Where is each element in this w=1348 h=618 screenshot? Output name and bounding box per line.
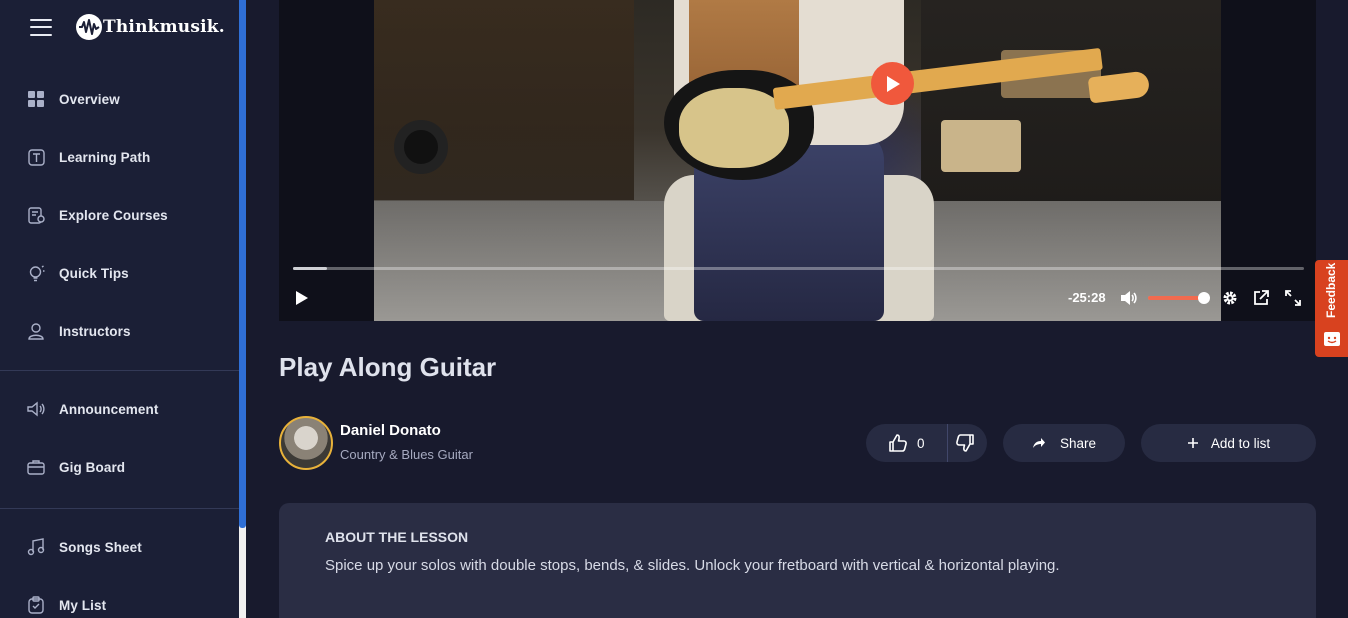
sidebar-item-overview[interactable]: Overview (0, 70, 239, 128)
about-lesson-panel: ABOUT THE LESSON Spice up your solos wit… (279, 503, 1316, 618)
instructor-name[interactable]: Daniel Donato (340, 422, 441, 439)
about-heading: ABOUT THE LESSON (325, 529, 469, 545)
clipboard-icon (27, 596, 45, 614)
plus-icon (1187, 438, 1198, 448)
sidebar-scrollbar-thumb[interactable] (239, 0, 246, 528)
fullscreen-button[interactable] (1284, 289, 1302, 307)
share-label: Share (1059, 435, 1097, 451)
share-arrow-icon (1032, 438, 1045, 448)
sidebar-divider (0, 370, 239, 371)
settings-button[interactable] (1221, 289, 1239, 307)
volume-level (1148, 296, 1204, 300)
volume-knob[interactable] (1198, 292, 1210, 304)
popout-button[interactable] (1252, 289, 1270, 307)
progress-bar[interactable] (293, 267, 1304, 270)
thumbs-up-icon (889, 434, 907, 452)
sidebar-item-label: Gig Board (59, 459, 126, 475)
play-icon (886, 75, 900, 92)
time-remaining: -25:28 (1068, 290, 1106, 305)
video-frame (374, 0, 1221, 321)
like-count: 0 (917, 435, 925, 451)
courses-icon (27, 206, 45, 224)
sidebar-item-label: My List (59, 597, 107, 613)
volume-slider[interactable] (1148, 292, 1210, 304)
sidebar-item-my-list[interactable]: My List (0, 576, 239, 618)
lesson-title: Play Along Guitar (279, 352, 497, 382)
add-to-list-label: Add to list (1210, 435, 1271, 451)
sidebar-nav-library: Songs Sheet My List (0, 518, 239, 618)
thumbs-down-icon (956, 434, 974, 452)
sidebar-item-label: Instructors (59, 323, 131, 339)
user-icon (27, 322, 45, 340)
instructor-subtitle: Country & Blues Guitar (340, 447, 473, 462)
hamburger-menu-icon[interactable] (30, 18, 52, 36)
play-icon (296, 291, 308, 305)
logo[interactable]: Thinkmusik. (76, 14, 225, 40)
sidebar-item-label: Learning Path (59, 149, 151, 165)
sidebar-item-label: Explore Courses (59, 207, 168, 223)
sidebar-item-learning-path[interactable]: Learning Path (0, 128, 239, 186)
logo-waveform-icon (76, 14, 102, 40)
popout-icon (1254, 290, 1269, 305)
like-button[interactable]: 0 (888, 433, 925, 453)
feedback-smile-icon (1324, 332, 1340, 346)
like-separator (947, 424, 948, 462)
sidebar-item-label: Quick Tips (59, 265, 129, 281)
instructor-avatar[interactable] (279, 416, 333, 470)
sidebar-item-gig-board[interactable]: Gig Board (0, 438, 239, 496)
player-controls: -25:28 (279, 280, 1316, 316)
gear-icon (1223, 291, 1237, 305)
fullscreen-icon (1285, 290, 1301, 306)
brand-name: Thinkmusik. (103, 17, 225, 37)
sidebar-item-announcement[interactable]: Announcement (0, 380, 239, 438)
video-player[interactable]: -25:28 (279, 0, 1316, 321)
add-to-list-button[interactable]: Add to list (1141, 424, 1316, 462)
sidebar-divider (0, 508, 239, 509)
about-text: Spice up your solos with double stops, b… (325, 557, 1060, 574)
share-button[interactable]: Share (1003, 424, 1125, 462)
sidebar-item-label: Songs Sheet (59, 539, 142, 555)
like-dislike-group: 0 (866, 424, 987, 462)
path-icon (27, 148, 45, 166)
sidebar-item-label: Overview (59, 91, 120, 107)
sidebar-item-explore-courses[interactable]: Explore Courses (0, 186, 239, 244)
progress-fill (293, 267, 328, 270)
feedback-tab[interactable]: Feedback (1315, 260, 1348, 357)
sidebar-item-quick-tips[interactable]: Quick Tips (0, 244, 239, 302)
sidebar-nav-main: Overview Learning Path Explore Courses Q… (0, 70, 239, 360)
feedback-label: Feedback (1324, 262, 1338, 318)
sidebar-nav-community: Announcement Gig Board (0, 380, 239, 496)
sidebar-item-label: Announcement (59, 401, 159, 417)
lightbulb-icon (27, 264, 45, 282)
music-note-icon (27, 538, 45, 556)
volume-button[interactable] (1119, 289, 1139, 307)
brand-bar: Thinkmusik. (30, 14, 225, 40)
megaphone-icon (27, 400, 45, 418)
sidebar-item-instructors[interactable]: Instructors (0, 302, 239, 360)
big-play-button[interactable] (871, 62, 914, 105)
briefcase-icon (27, 458, 45, 476)
dislike-button[interactable] (955, 433, 975, 458)
play-button[interactable] (293, 288, 311, 308)
grid-icon (27, 90, 45, 108)
sidebar-item-songs-sheet[interactable]: Songs Sheet (0, 518, 239, 576)
volume-icon (1121, 291, 1137, 305)
sidebar: Thinkmusik. Overview Learning Path Explo… (0, 0, 239, 618)
